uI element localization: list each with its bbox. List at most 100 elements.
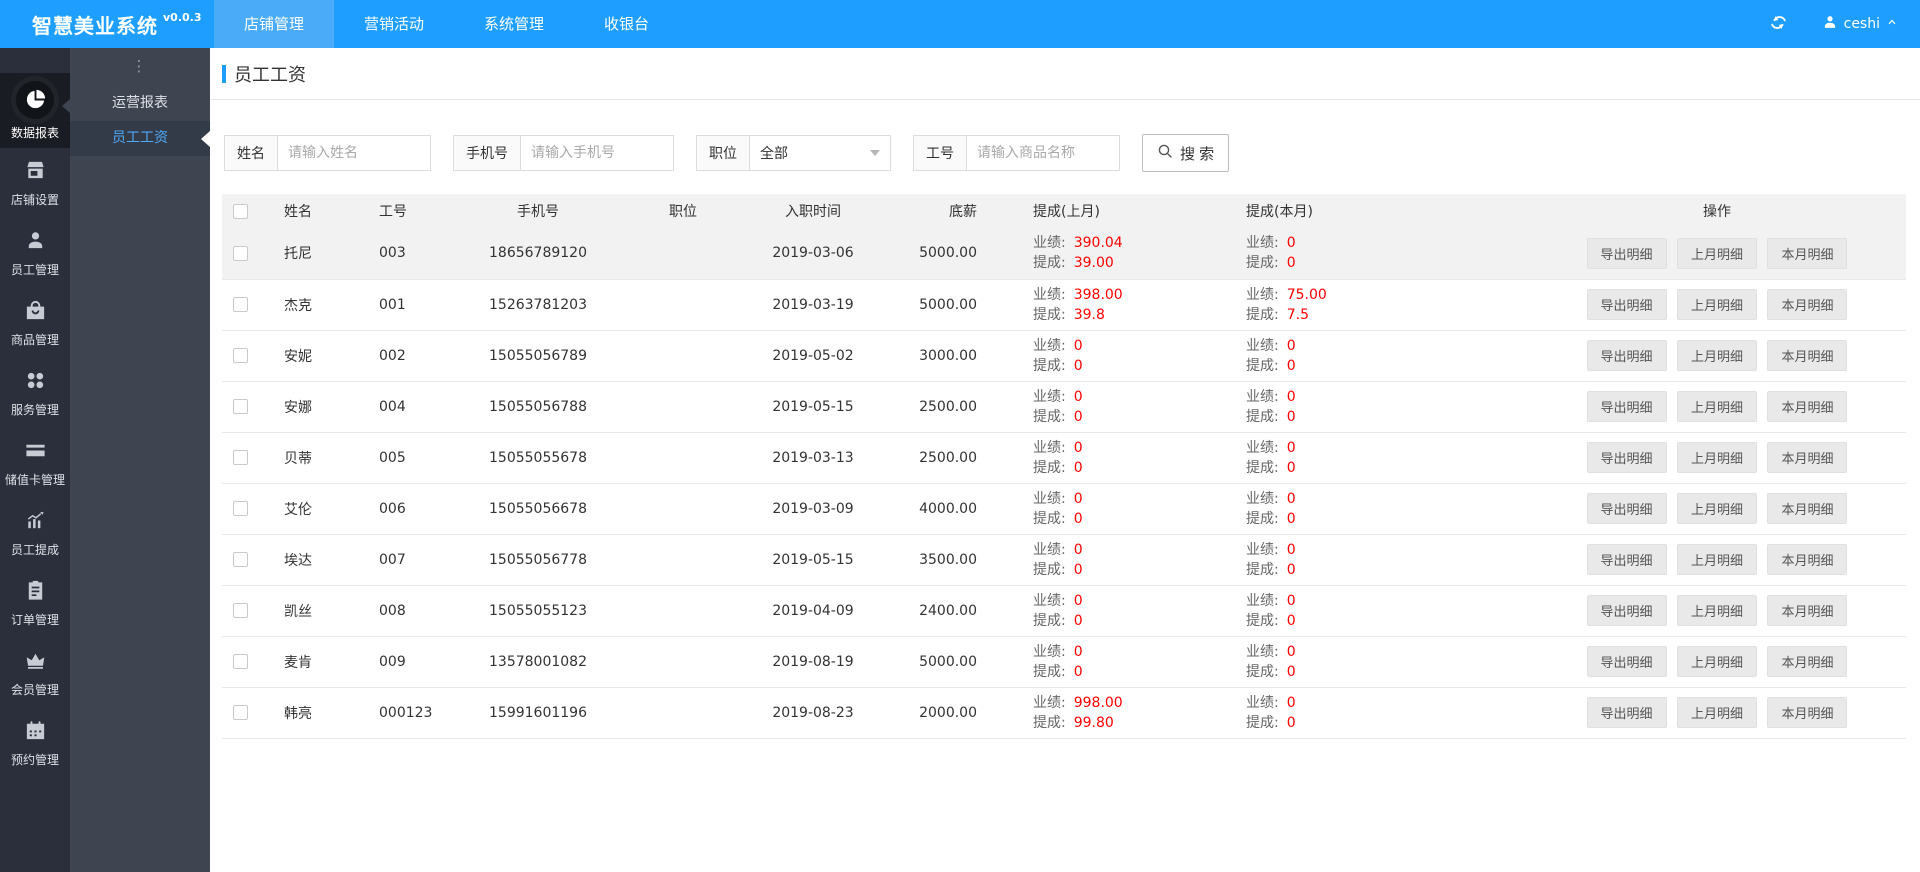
nav-tab-system[interactable]: 系统管理	[454, 0, 574, 48]
last-month-details-button[interactable]: 上月明细	[1676, 340, 1757, 371]
row-checkbox[interactable]	[232, 501, 248, 516]
cell-hire-date: 2019-03-19	[772, 296, 854, 313]
export-details-button[interactable]: 导出明细	[1586, 544, 1667, 575]
cell-hire-date: 2019-04-09	[772, 602, 854, 619]
nav-tab-store-management[interactable]: 店铺管理	[214, 0, 335, 48]
page-header: 员工工资	[210, 48, 1920, 100]
row-checkbox[interactable]	[232, 603, 248, 618]
export-details-button[interactable]: 导出明细	[1586, 442, 1667, 473]
this-month-details-button[interactable]: 本月明细	[1767, 595, 1848, 626]
this-month-details-button[interactable]: 本月明细	[1767, 237, 1848, 269]
last-month-details-button[interactable]: 上月明细	[1676, 697, 1757, 728]
main-content: 员工工资 姓名 手机号 职位 全部 工号	[210, 48, 1920, 872]
sidebar-item-product-management[interactable]: 商品管理	[0, 288, 70, 358]
table-body: 托尼 003 18656789120 2019-03-06 5000.00 业绩…	[222, 228, 1906, 738]
empno-field-group: 工号	[913, 135, 1120, 171]
last-month-details-button[interactable]: 上月明细	[1676, 646, 1757, 677]
sidebar-item-stored-value-card[interactable]: 储值卡管理	[0, 428, 70, 498]
export-details-button[interactable]: 导出明细	[1586, 289, 1667, 320]
cell-base-salary: 2000.00	[919, 704, 977, 721]
export-details-button[interactable]: 导出明细	[1586, 595, 1667, 626]
empno-input[interactable]	[967, 136, 1119, 170]
cell-position	[628, 687, 738, 738]
this-month-details-button[interactable]: 本月明细	[1767, 646, 1848, 677]
cell-position	[628, 432, 738, 483]
cell-commission-last-month: 业绩: 398.00 提成: 39.8	[1033, 286, 1123, 323]
nav-tab-marketing[interactable]: 营销活动	[334, 0, 454, 48]
cell-hire-date: 2019-03-06	[772, 245, 854, 262]
row-checkbox[interactable]	[232, 705, 248, 720]
this-month-details-button[interactable]: 本月明细	[1767, 442, 1848, 473]
cell-commission-last-month: 业绩: 0 提成: 0	[1033, 388, 1083, 425]
row-checkbox[interactable]	[232, 399, 248, 414]
sidebar-item-appointment-management[interactable]: 预约管理	[0, 708, 70, 778]
nav-tab-cashier[interactable]: 收银台	[574, 0, 679, 48]
select-all-checkbox[interactable]	[232, 203, 248, 219]
grid-dots-icon	[24, 369, 47, 396]
cell-emp-no: 009	[379, 653, 406, 670]
last-month-details-button[interactable]: 上月明细	[1676, 391, 1757, 422]
this-month-details-button[interactable]: 本月明细	[1767, 697, 1848, 728]
this-month-details-button[interactable]: 本月明细	[1767, 391, 1848, 422]
this-month-details-button[interactable]: 本月明细	[1767, 340, 1848, 371]
export-details-button[interactable]: 导出明细	[1586, 391, 1667, 422]
cell-commission-last-month: 业绩: 0 提成: 0	[1033, 592, 1083, 629]
row-checkbox[interactable]	[232, 348, 248, 363]
export-details-button[interactable]: 导出明细	[1586, 237, 1667, 269]
row-checkbox[interactable]	[232, 552, 248, 567]
name-input[interactable]	[278, 136, 430, 170]
last-month-details-button[interactable]: 上月明细	[1676, 442, 1757, 473]
table-row: 埃达 007 15055056778 2019-05-15 3500.00 业绩…	[222, 534, 1906, 585]
cell-emp-no: 007	[379, 551, 406, 568]
sidebar-item-member-management[interactable]: 会员管理	[0, 638, 70, 708]
header-position: 职位	[628, 194, 738, 228]
last-month-details-button[interactable]: 上月明细	[1676, 237, 1757, 269]
this-month-details-button[interactable]: 本月明细	[1767, 493, 1848, 524]
export-details-button[interactable]: 导出明细	[1586, 646, 1667, 677]
sidebar-item-staff-management[interactable]: 员工管理	[0, 218, 70, 288]
submenu-item-staff-salary[interactable]: 员工工资	[70, 121, 210, 156]
storefront-icon	[24, 159, 47, 186]
sidebar-item-data-reports[interactable]: 数据报表	[0, 73, 70, 148]
cell-hire-date: 2019-08-19	[772, 653, 854, 670]
last-month-details-button[interactable]: 上月明细	[1676, 289, 1757, 320]
user-menu[interactable]: ceshi	[1822, 14, 1898, 34]
cell-position	[628, 381, 738, 432]
cell-hire-date: 2019-05-02	[772, 347, 854, 364]
row-checkbox[interactable]	[232, 450, 248, 465]
table-row: 杰克 001 15263781203 2019-03-19 5000.00 业绩…	[222, 279, 1906, 330]
row-checkbox[interactable]	[232, 245, 248, 261]
last-month-details-button[interactable]: 上月明细	[1676, 493, 1757, 524]
last-month-details-button[interactable]: 上月明细	[1676, 544, 1757, 575]
row-checkbox[interactable]	[232, 297, 248, 312]
app-version: v0.0.3	[163, 10, 202, 24]
cell-phone: 15055056788	[489, 398, 587, 415]
row-checkbox[interactable]	[232, 654, 248, 669]
sidebar-item-store-settings[interactable]: 店铺设置	[0, 148, 70, 218]
cell-actions: 导出明细 上月明细 本月明细	[1528, 330, 1906, 381]
this-month-details-button[interactable]: 本月明细	[1767, 544, 1848, 575]
sidebar-item-service-management[interactable]: 服务管理	[0, 358, 70, 428]
export-details-button[interactable]: 导出明细	[1586, 493, 1667, 524]
this-month-details-button[interactable]: 本月明细	[1767, 289, 1848, 320]
export-details-button[interactable]: 导出明细	[1586, 340, 1667, 371]
table-row: 凯丝 008 15055055123 2019-04-09 2400.00 业绩…	[222, 585, 1906, 636]
submenu-item-operation-reports[interactable]: 运营报表	[70, 86, 210, 121]
cell-emp-no: 001	[379, 296, 406, 313]
sidebar-item-order-management[interactable]: 订单管理	[0, 568, 70, 638]
position-select[interactable]: 全部	[750, 136, 890, 170]
refresh-button[interactable]	[1769, 13, 1788, 36]
header-phone: 手机号	[448, 194, 628, 228]
table-row: 安娜 004 15055056788 2019-05-15 2500.00 业绩…	[222, 381, 1906, 432]
search-button-label: 搜 索	[1180, 145, 1215, 163]
cell-base-salary: 2400.00	[919, 602, 977, 619]
cell-name: 托尼	[284, 246, 312, 263]
search-button[interactable]: 搜 索	[1142, 134, 1230, 172]
submenu-collapse-handle[interactable]: ⋮	[70, 48, 210, 86]
phone-input[interactable]	[521, 136, 673, 170]
trend-chart-icon	[24, 509, 47, 536]
cell-actions: 导出明细 上月明细 本月明细	[1528, 228, 1906, 279]
sidebar-item-staff-commission[interactable]: 员工提成	[0, 498, 70, 568]
last-month-details-button[interactable]: 上月明细	[1676, 595, 1757, 626]
export-details-button[interactable]: 导出明细	[1586, 697, 1667, 728]
